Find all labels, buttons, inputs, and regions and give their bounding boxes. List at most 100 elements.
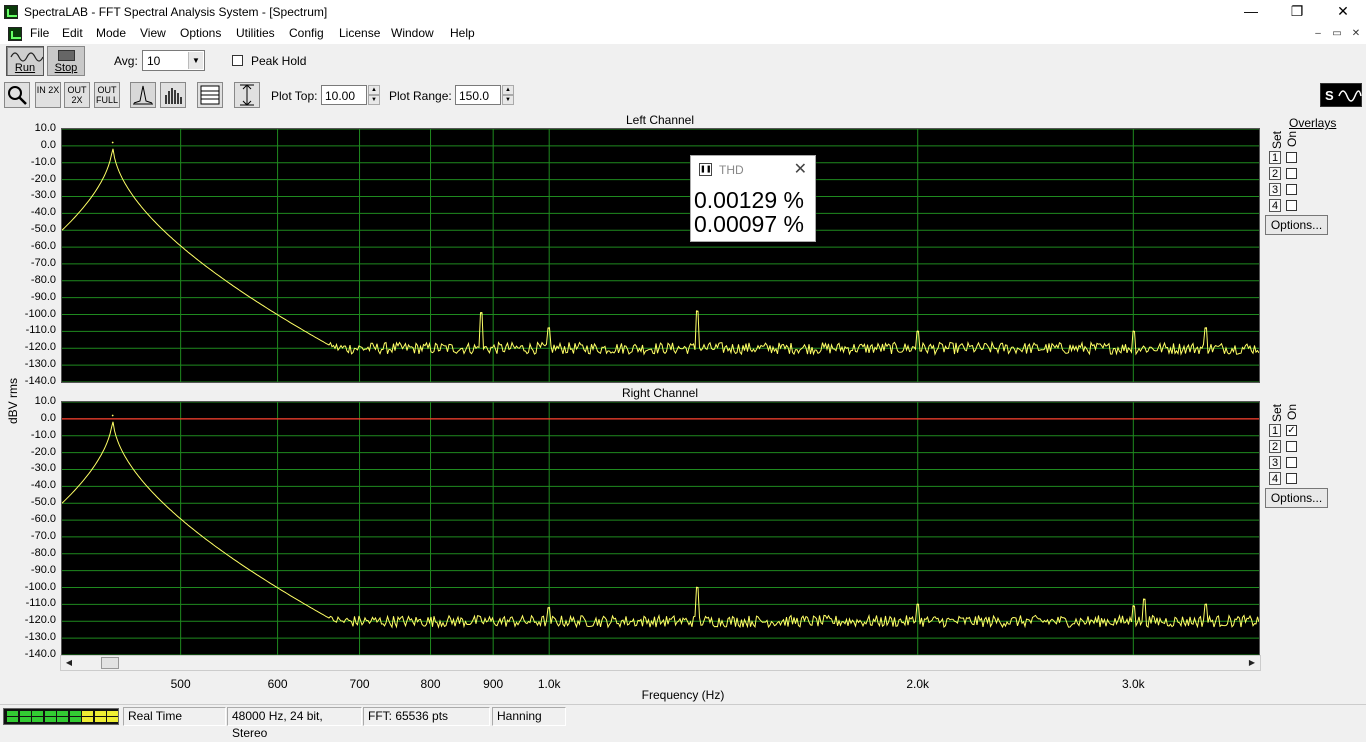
spin-down-icon[interactable]: ▼ [502,95,514,105]
overlay-on-3-checkbox[interactable] [1286,457,1297,468]
thd-window[interactable]: ❚❚ THD ✕ 0.00129 % 0.00097 % [690,155,816,242]
level-led [69,717,81,722]
overlay-on-3-checkbox[interactable] [1286,184,1297,195]
peak-point [695,586,698,589]
overlay-set-2-button[interactable]: 2 [1269,167,1281,180]
menu-options[interactable]: Options [180,26,221,40]
overlay-on-1-checkbox[interactable]: ✓ [1286,425,1297,436]
menu-view[interactable]: View [140,26,166,40]
level-led [7,711,18,716]
chevron-down-icon[interactable]: ▼ [188,52,203,69]
overlay-on-2-checkbox[interactable] [1286,168,1297,179]
overlay-set-4-button[interactable]: 4 [1269,472,1281,485]
level-led [32,717,43,722]
zoom-button[interactable] [4,82,30,108]
right-channel-title: Right Channel [621,386,699,400]
restore-button[interactable]: ❐ [1274,0,1320,24]
menu-license[interactable]: License [339,26,380,40]
magnifier-icon [8,86,27,105]
scroll-right-icon[interactable]: ▶ [1245,657,1259,669]
spin-up-icon[interactable]: ▲ [368,85,380,95]
right-channel-plot[interactable] [61,401,1260,656]
scroll-thumb[interactable] [101,657,119,669]
overlay-on-2-checkbox[interactable] [1286,441,1297,452]
line-plot-icon [133,85,153,105]
plot-top-label: Plot Top: [271,89,318,103]
plot-top-input[interactable]: 10.00 ▲ ▼ [321,85,380,105]
overlay-on-4-checkbox[interactable] [1286,200,1297,211]
level-led [107,717,118,722]
y-tick-label: 10.0 [34,122,56,134]
overlay-set-1-button[interactable]: 1 [1269,151,1281,164]
plot-top-value: 10.00 [325,89,356,103]
overlays-label[interactable]: Overlays [1289,116,1336,130]
zoom-out-full-button[interactable]: OUT FULL [94,82,120,108]
left-options-button[interactable]: Options... [1265,215,1328,235]
mdi-close-button[interactable]: ✕ [1348,27,1364,41]
menu-mode[interactable]: Mode [96,26,126,40]
peak-hold-checkbox[interactable] [232,55,243,66]
spreadsheet-button[interactable] [197,82,223,108]
set-label: Set [1270,403,1284,422]
vertical-arrows-icon [240,84,254,106]
signal-generator-icon[interactable]: S [1320,83,1362,107]
overlay-on-1-checkbox[interactable] [1286,152,1297,163]
level-led [107,711,118,716]
peak-point [548,327,551,329]
y-tick-label: -110.0 [25,324,56,337]
overlay-set-3-button[interactable]: 3 [1269,183,1281,196]
line-plot-button[interactable] [130,82,156,108]
scroll-left-icon[interactable]: ◀ [62,657,76,669]
run-button[interactable]: Run [6,46,44,76]
x-tick-label: 800 [420,677,441,691]
left-channel-plot[interactable] [61,128,1260,383]
y-tick-label: -100.0 [24,307,56,320]
y-tick-label: -120.0 [24,341,56,354]
y-tick-label: -70.0 [30,529,56,542]
menu-utilities[interactable]: Utilities [236,26,275,40]
minimize-button[interactable]: — [1228,0,1274,24]
peak-hold-label: Peak Hold [251,54,307,68]
close-icon[interactable]: ✕ [794,159,807,179]
overlay-set-4-button[interactable]: 4 [1269,199,1281,212]
x-tick-label: 1.0k [537,677,561,691]
y-tick-label: -30.0 [30,189,56,202]
spin-up-icon[interactable]: ▲ [502,85,514,95]
plot-range-input[interactable]: 150.0 ▲ ▼ [455,85,514,105]
mdi-restore-button[interactable]: ▭ [1329,27,1345,41]
status-fft: FFT: 65536 pts [363,707,490,726]
level-led [19,717,31,722]
menu-help[interactable]: Help [450,26,475,40]
zoom-out-2x-button[interactable]: OUT 2X [64,82,90,108]
y-tick-label: -100.0 [24,580,56,593]
mdi-minimize-button[interactable]: – [1310,27,1326,41]
document-icon[interactable] [8,27,22,41]
menu-file[interactable]: File [30,26,49,40]
overlay-on-4-checkbox[interactable] [1286,473,1297,484]
thd-titlebar[interactable]: ❚❚ THD ✕ [691,156,815,184]
pause-icon[interactable]: ❚❚ [699,163,712,176]
menu-edit[interactable]: Edit [62,26,83,40]
autoscale-button[interactable] [234,82,260,108]
stop-button[interactable]: Stop [47,46,85,76]
peak-point [111,414,114,417]
thd-right-value: 0.00097 % [694,211,804,237]
avg-select[interactable]: 10 ▼ [142,50,205,71]
on-label: On [1285,403,1299,420]
overlay-set-3-button[interactable]: 3 [1269,456,1281,469]
overlay-set-1-button[interactable]: 1 [1269,424,1281,437]
menu-config[interactable]: Config [289,26,324,40]
status-format: 48000 Hz, 24 bit, Stereo [227,707,362,740]
overlay-set-2-button[interactable]: 2 [1269,440,1281,453]
y-tick-label: -10.0 [30,428,56,441]
level-led [44,711,56,716]
horizontal-scrollbar[interactable]: ◀ ▶ [60,655,1261,671]
right-options-button[interactable]: Options... [1265,488,1328,508]
window-title: SpectraLAB - FFT Spectral Analysis Syste… [24,5,328,19]
x-tick-label: 900 [483,677,504,691]
bar-plot-button[interactable] [160,82,186,108]
spin-down-icon[interactable]: ▼ [368,95,380,105]
zoom-in-2x-button[interactable]: IN 2X [35,82,61,108]
menu-window[interactable]: Window [391,26,434,40]
close-button[interactable]: ✕ [1320,0,1366,24]
